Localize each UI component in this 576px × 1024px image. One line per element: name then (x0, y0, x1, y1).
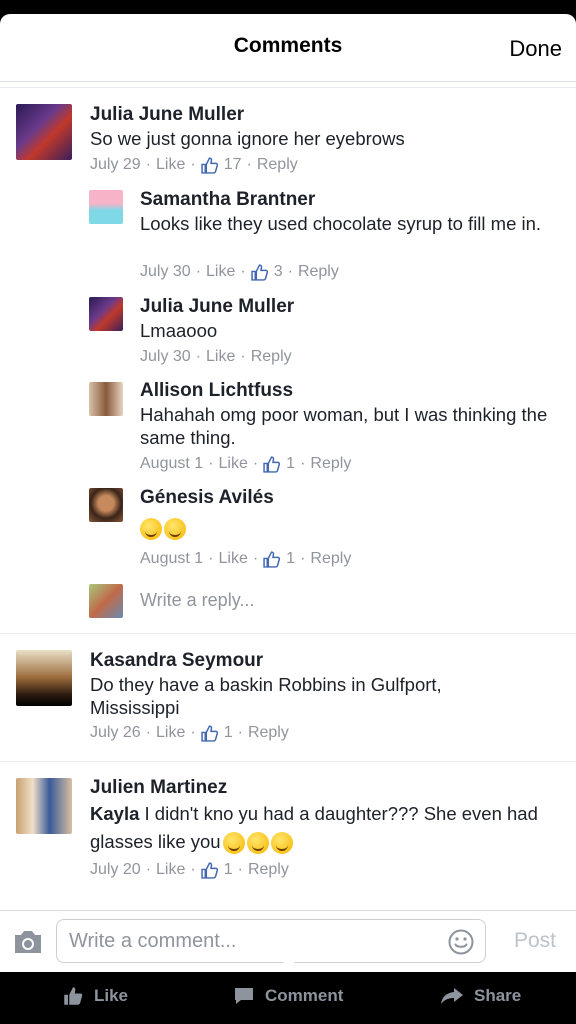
share-action[interactable]: Share (440, 986, 521, 1006)
comments-sheet: Comments Done Julia June Muller So we ju… (0, 14, 576, 972)
like-count: 3 (273, 263, 283, 280)
like-count: 1 (223, 724, 233, 741)
comment-text: Hahahah omg poor woman, but I was thinki… (140, 404, 548, 448)
thumbs-up-icon (263, 455, 281, 473)
like-count: 1 (286, 550, 296, 567)
comment-date: August 1 (140, 455, 204, 472)
comment-meta: July 30 · Like · Reply (140, 348, 292, 366)
comment-author[interactable]: Kasandra Seymour (90, 650, 263, 672)
thumbs-up-icon (251, 263, 268, 281)
divider (0, 633, 576, 634)
comment-author[interactable]: Julien Martinez (90, 777, 227, 799)
action-bar: Like Comment Share (0, 972, 576, 1024)
avatar[interactable] (16, 650, 72, 706)
comment-date: July 29 (90, 156, 141, 173)
reply-input[interactable]: Write a reply... (140, 590, 254, 611)
avatar[interactable] (89, 488, 123, 522)
like-count: 17 (223, 156, 242, 173)
comment-meta: July 26 · Like · 1 · Reply (90, 724, 289, 742)
comment-body: I didn't kno yu had a daughter??? She ev… (90, 803, 538, 852)
comment-author[interactable]: Allison Lichtfuss (140, 380, 293, 402)
comment-emojis (138, 516, 186, 541)
like-action-label: Like (94, 986, 129, 1005)
thumbs-up-icon (201, 861, 218, 879)
like-link[interactable]: Like (156, 861, 185, 879)
sheet-pointer (279, 958, 299, 968)
comment-meta: August 1 · Like · 1 · Reply (140, 455, 352, 473)
comment-author[interactable]: Julia June Muller (90, 104, 244, 126)
comment-author[interactable]: Julia June Muller (140, 296, 294, 318)
thumbs-up-icon (201, 724, 218, 742)
laughing-emoji-icon (164, 518, 186, 541)
comment-date: August 1 (140, 550, 204, 567)
avatar[interactable] (16, 778, 72, 834)
camera-icon[interactable] (12, 929, 44, 955)
comment-date: July 30 (140, 263, 191, 280)
avatar[interactable] (89, 382, 123, 416)
comment-meta: July 20 · Like · 1 · Reply (90, 861, 289, 879)
comment-date: July 26 (90, 724, 141, 741)
comment-text: Do they have a baskin Robbins in Gulfpor… (90, 674, 442, 718)
like-link[interactable]: Like (206, 348, 235, 366)
sticker-smiley-icon[interactable] (448, 929, 474, 955)
like-count: 1 (223, 861, 233, 878)
like-action[interactable]: Like (62, 986, 128, 1006)
speech-bubble-icon (235, 988, 253, 1004)
reply-link[interactable]: Reply (257, 156, 298, 174)
comment-date: July 20 (90, 861, 141, 878)
divider (0, 761, 576, 762)
share-arrow-icon (441, 988, 463, 1004)
comment-meta: August 1 · Like · 1 · Reply (140, 550, 352, 568)
page-title: Comments (233, 34, 343, 57)
reply-link[interactable]: Reply (310, 550, 351, 568)
header: Comments Done (0, 14, 576, 82)
comment-meta: July 30 · Like · 3 · Reply (140, 263, 339, 281)
comment-text: Kayla I didn't kno yu had a daughter??? … (90, 800, 550, 856)
thumbs-up-icon (263, 550, 281, 568)
reply-link[interactable]: Reply (310, 455, 351, 473)
avatar[interactable] (16, 104, 72, 160)
done-button[interactable]: Done (509, 36, 562, 62)
comment-input[interactable]: Write a comment... (56, 919, 486, 963)
reply-link[interactable]: Reply (248, 861, 289, 879)
comment-date: July 30 (140, 348, 191, 365)
comment-text: Lmaaooo (140, 320, 218, 341)
comment-action-label: Comment (265, 986, 344, 1005)
my-avatar (89, 584, 123, 618)
reply-link[interactable]: Reply (298, 263, 339, 281)
like-link[interactable]: Like (218, 455, 247, 473)
post-button[interactable]: Post (514, 929, 556, 953)
smiling-emoji-icon (246, 832, 269, 855)
comment-text: Looks like they used chocolate syrup to … (140, 213, 542, 234)
reply-link[interactable]: Reply (248, 724, 289, 742)
like-link[interactable]: Like (206, 263, 235, 281)
comment-text: So we just gonna ignore her eyebrows (90, 128, 405, 149)
like-link[interactable]: Like (218, 550, 247, 568)
avatar[interactable] (89, 190, 123, 224)
comment-action[interactable]: Comment (233, 986, 343, 1006)
reply-link[interactable]: Reply (251, 348, 292, 366)
comment-meta: July 29 · Like · 17 · Reply (90, 156, 298, 174)
comment-author[interactable]: Samantha Brantner (140, 189, 315, 211)
avatar[interactable] (89, 297, 123, 331)
like-link[interactable]: Like (156, 156, 185, 174)
thumbs-up-icon (201, 156, 218, 174)
mention-tag[interactable]: Kayla (90, 803, 139, 824)
divider (0, 87, 576, 88)
smiling-emoji-icon (270, 832, 293, 855)
comment-author[interactable]: Génesis Avilés (140, 487, 274, 509)
laughing-emoji-icon (140, 518, 162, 541)
share-action-label: Share (474, 986, 522, 1005)
like-link[interactable]: Like (156, 724, 185, 742)
smiling-emoji-icon (222, 832, 245, 855)
thumbs-up-icon (64, 987, 83, 1005)
like-count: 1 (286, 455, 296, 472)
